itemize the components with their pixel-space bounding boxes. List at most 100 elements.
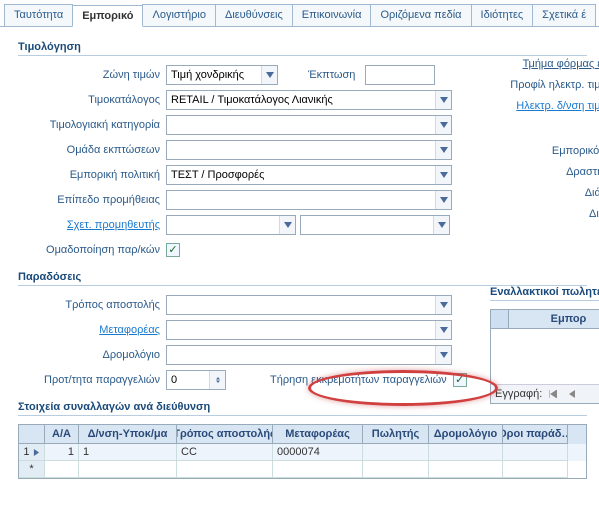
alt-body[interactable] (491, 329, 599, 385)
alt-navigator: Εγγραφή: (491, 385, 599, 403)
label-record: Εγγραφή: (495, 388, 542, 400)
grid-alt-sellers: Εμπορ Εγγραφή: (490, 309, 599, 404)
alt-header-commercial[interactable]: Εμπορ (509, 310, 599, 328)
combo-carrier[interactable] (166, 320, 452, 340)
label-backorder-tracking: Τήρηση εκκρεμοτήτων παραγγελιών (270, 374, 447, 386)
chevron-down-icon[interactable] (435, 321, 451, 339)
grid-header-route[interactable]: Δρομολόγιο (429, 425, 503, 444)
input-ship-method[interactable] (167, 296, 435, 314)
combo-price-zone[interactable] (166, 65, 278, 85)
cell-address[interactable]: 1 (79, 444, 177, 461)
label-order-priority: Προτ/τητα παραγγελιών (18, 374, 166, 386)
cell-empty[interactable] (363, 461, 429, 478)
tab-accounting[interactable]: Λογιστήριο (142, 4, 215, 26)
tab-related[interactable]: Σχετικά έ (532, 4, 596, 26)
tab-commercial[interactable]: Εμπορικό (72, 5, 143, 27)
link-carrier[interactable]: Μεταφορέας (18, 324, 166, 336)
tab-contact[interactable]: Επικοινωνία (292, 4, 372, 26)
label-route: Δρομολόγιο (18, 349, 166, 361)
input-discount[interactable] (365, 65, 435, 85)
cell-route[interactable] (429, 444, 503, 461)
grid-header-seller[interactable]: Πωλητής (363, 425, 429, 444)
combo-related-supplier-extra[interactable] (300, 215, 450, 235)
grid-header-row: Α/Α Δ/νση-Υποκ/μα Τρόπος αποστολής Μεταφ… (19, 425, 586, 444)
link-einvoice-address[interactable]: Ηλεκτρ. δ/νση τιμολ (478, 100, 599, 112)
cell-empty[interactable] (45, 461, 79, 478)
table-row[interactable]: * (19, 461, 586, 478)
nav-first-icon[interactable] (546, 387, 560, 401)
grid-header-address[interactable]: Δ/νση-Υποκ/μα (79, 425, 177, 444)
chevron-down-icon[interactable] (435, 116, 451, 134)
alt-header-handle (491, 310, 509, 328)
chevron-down-icon[interactable] (433, 216, 449, 234)
section-pricing-title: Τιμολόγηση (18, 41, 587, 56)
input-invoice-category[interactable] (167, 116, 435, 134)
cell-empty[interactable] (79, 461, 177, 478)
grid-header-idx[interactable]: Α/Α (45, 425, 79, 444)
tab-custom-fields[interactable]: Οριζόμενα πεδία (370, 4, 471, 26)
grid-header-carrier[interactable]: Μεταφορέας (273, 425, 363, 444)
checkbox-backorder-tracking[interactable] (453, 373, 467, 387)
label-form-section: Τμήμα φόρμας εντ (478, 58, 599, 70)
combo-route[interactable] (166, 345, 452, 365)
input-related-supplier[interactable] (167, 216, 279, 234)
combo-commission-level[interactable] (166, 190, 452, 210)
row-indicator-icon[interactable]: 1 (19, 444, 45, 461)
input-carrier[interactable] (167, 321, 435, 339)
checkbox-batch-grouping[interactable] (166, 243, 180, 257)
label-batch-grouping: Ομαδοποίηση παρ/κών (18, 244, 166, 256)
chevron-down-icon[interactable] (279, 216, 295, 234)
combo-commercial-policy[interactable] (166, 165, 452, 185)
combo-invoice-category[interactable] (166, 115, 452, 135)
cell-carrier[interactable]: 0000074 (273, 444, 363, 461)
row-new-icon[interactable]: * (19, 461, 45, 478)
label-activity: Δραστηρι (478, 166, 599, 178)
label-price-catalog: Τιμοκατάλογος (18, 94, 166, 106)
tab-identity[interactable]: Ταυτότητα (4, 4, 73, 26)
spinner-order-priority[interactable] (166, 370, 226, 390)
cell-terms[interactable] (503, 444, 568, 461)
combo-price-catalog[interactable] (166, 90, 452, 110)
label-einvoice-profile: Προφίλ ηλεκτρ. τιμολ (478, 79, 599, 91)
table-row[interactable]: 1 1 1 CC 0000074 (19, 444, 586, 461)
cell-seller[interactable] (363, 444, 429, 461)
tab-properties[interactable]: Ιδιότητες (471, 4, 534, 26)
input-related-supplier-extra[interactable] (301, 216, 433, 234)
input-price-catalog[interactable] (167, 91, 435, 109)
label-commercial-to: Εμπορικός τ (478, 145, 599, 157)
grid-header-terms[interactable]: Όροι παράδ… (503, 425, 568, 444)
input-discount-group[interactable] (167, 141, 435, 159)
chevron-down-icon[interactable] (435, 346, 451, 364)
label-invoice-category: Τιμολογιακή κατηγορία (18, 119, 166, 131)
chevron-down-icon[interactable] (435, 91, 451, 109)
input-route[interactable] (167, 346, 435, 364)
chevron-down-icon[interactable] (435, 166, 451, 184)
combo-ship-method[interactable] (166, 295, 452, 315)
chevron-down-icon[interactable] (435, 191, 451, 209)
cell-idx[interactable]: 1 (45, 444, 79, 461)
chevron-down-icon[interactable] (261, 66, 277, 84)
cell-empty[interactable] (177, 461, 273, 478)
combo-discount-group[interactable] (166, 140, 452, 160)
cell-empty[interactable] (273, 461, 363, 478)
cell-ship[interactable]: CC (177, 444, 273, 461)
combo-related-supplier[interactable] (166, 215, 296, 235)
chevron-down-icon[interactable] (435, 141, 451, 159)
input-price-zone[interactable] (167, 66, 261, 84)
input-commercial-policy[interactable] (167, 166, 435, 184)
input-order-priority[interactable] (167, 371, 209, 389)
tab-addresses[interactable]: Διευθύνσεις (215, 4, 293, 26)
label-price-zone: Ζώνη τιμών (18, 69, 166, 81)
label-dimension: Διάστ (478, 187, 599, 199)
label-discount: Έκπτωση (308, 69, 355, 81)
cell-empty[interactable] (503, 461, 568, 478)
input-commission-level[interactable] (167, 191, 435, 209)
chevron-down-icon[interactable] (435, 296, 451, 314)
cell-empty[interactable] (429, 461, 503, 478)
spinner-arrows-icon[interactable] (209, 371, 225, 389)
label-commission-level: Επίπεδο προμήθειας (18, 194, 166, 206)
link-related-supplier[interactable]: Σχετ. προμηθευτής (18, 219, 166, 231)
tab-bar: Ταυτότητα Εμπορικό Λογιστήριο Διευθύνσει… (0, 0, 599, 27)
grid-header-ship[interactable]: Τρόπος αποστολής (177, 425, 273, 444)
nav-prev-icon[interactable] (564, 387, 578, 401)
